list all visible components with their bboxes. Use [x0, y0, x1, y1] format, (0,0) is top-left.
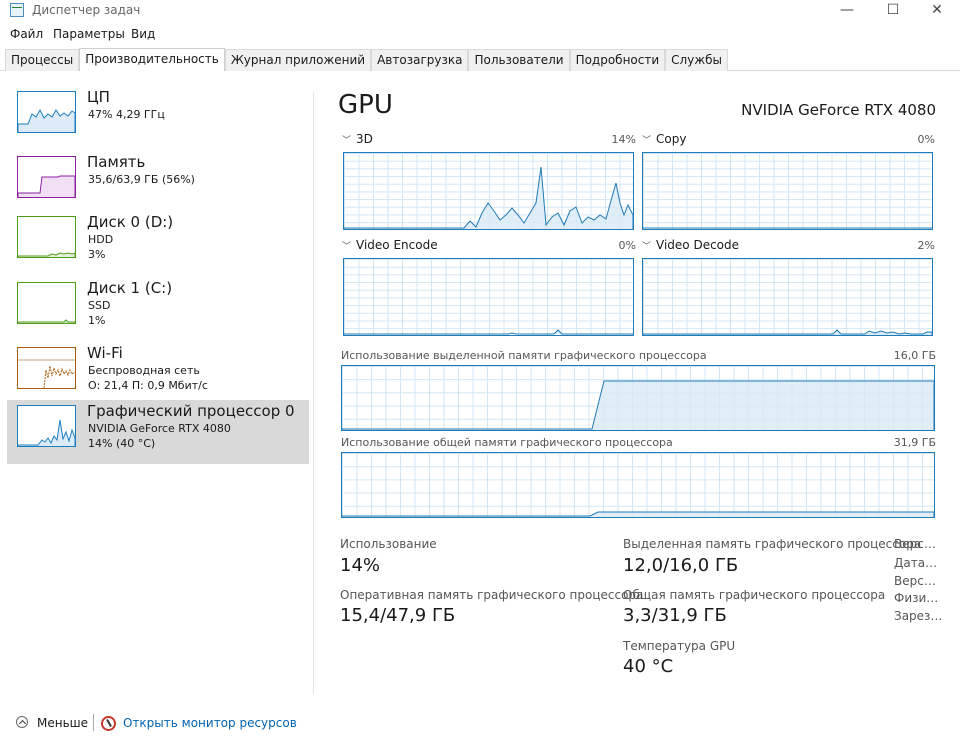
sidebar-item-value: 14% (40 °C)	[88, 437, 156, 450]
task-manager-icon	[10, 3, 24, 17]
engine-copy-selector[interactable]: ﹀ Copy	[642, 132, 686, 146]
sidebar-item-wifi[interactable]: Wi-Fi Беспроводная сеть О: 21,4 П: 0,9 М…	[7, 342, 309, 406]
dedicated-memory-stat-label: Выделенная память графического процессор…	[623, 537, 922, 551]
gpu-thumbnail-graph	[17, 405, 76, 447]
engine-video-decode-percent: 2%	[917, 239, 935, 252]
sidebar-item-disk-1[interactable]: Диск 1 (C:) SSD 1%	[7, 277, 309, 341]
tab-users[interactable]: Пользователи	[468, 49, 570, 71]
dedicated-memory-graph	[341, 365, 935, 431]
wifi-thumbnail-graph	[17, 347, 76, 389]
gpu-temperature-label: Температура GPU	[623, 639, 736, 653]
maximize-button[interactable]: ☐	[870, 0, 916, 22]
gpu-memory-stat-value: 15,4/47,9 ГБ	[340, 605, 456, 626]
menu-view[interactable]: Вид	[131, 27, 155, 41]
sidebar-item-gpu-0[interactable]: Графический процессор 0 NVIDIA GeForce R…	[7, 400, 309, 464]
driver-date-label: Дата…	[894, 556, 938, 570]
footer-separator	[93, 714, 94, 731]
title-bar: Диспетчер задач — ☐ ✕	[0, 0, 960, 22]
shared-memory-label: Использование общей памяти графического …	[341, 436, 673, 449]
engine-video-encode-selector[interactable]: ﹀ Video Encode	[342, 238, 438, 252]
page-title: GPU	[338, 90, 393, 120]
tab-details[interactable]: Подробности	[569, 49, 666, 71]
menu-bar: Файл Параметры Вид	[0, 24, 960, 46]
footer-bar: Меньше Открыть монитор ресурсов	[0, 708, 960, 738]
sidebar-item-detail: 35,6/63,9 ГБ (56%)	[88, 173, 195, 186]
tab-startup[interactable]: Автозагрузка	[371, 49, 469, 71]
gpu-model-name: NVIDIA GeForce RTX 4080	[741, 101, 936, 119]
usage-label: Использование	[340, 537, 437, 551]
engine-video-decode-selector[interactable]: ﹀ Video Decode	[642, 238, 739, 252]
engine-video-decode-graph	[642, 258, 933, 336]
sidebar-item-value: 3%	[88, 248, 106, 261]
sidebar-item-label: Wi-Fi	[87, 344, 123, 362]
memory-thumbnail-graph	[17, 156, 76, 198]
sidebar-item-disk-0[interactable]: Диск 0 (D:) HDD 3%	[7, 211, 309, 275]
dedicated-memory-max: 16,0 ГБ	[893, 349, 936, 362]
tab-services[interactable]: Службы	[665, 49, 729, 71]
panel-divider	[313, 92, 314, 695]
driver-version-label: Верс…	[894, 537, 936, 551]
chevron-up-circle-icon[interactable]	[16, 716, 28, 728]
tab-performance[interactable]: Производительность	[79, 48, 225, 71]
engine-label: Video Encode	[356, 238, 438, 252]
engine-label: Video Decode	[656, 238, 740, 252]
engine-3d-graph	[343, 152, 634, 230]
sidebar-item-detail: 47% 4,29 ГГц	[88, 108, 165, 121]
gpu-temperature-value: 40 °C	[623, 656, 674, 677]
engine-3d-percent: 14%	[611, 133, 636, 146]
engine-video-encode-graph	[343, 258, 634, 336]
sidebar-item-label: ЦП	[87, 88, 110, 106]
sidebar-item-label: Диск 1 (C:)	[87, 279, 173, 297]
resource-monitor-icon	[101, 716, 116, 731]
sidebar-item-cpu[interactable]: ЦП 47% 4,29 ГГц	[7, 86, 309, 150]
minimize-button[interactable]: —	[824, 0, 870, 22]
fewer-details-button[interactable]: Меньше	[37, 716, 88, 730]
tab-processes[interactable]: Процессы	[5, 49, 80, 71]
disk-0-thumbnail-graph	[17, 216, 76, 258]
chevron-down-icon: ﹀	[642, 136, 652, 146]
engine-copy-graph	[642, 152, 933, 230]
chevron-down-icon: ﹀	[342, 136, 352, 146]
sidebar-item-detail: Беспроводная сеть	[88, 364, 200, 377]
directx-version-label: Верс…	[894, 574, 936, 588]
cpu-thumbnail-graph	[17, 91, 76, 133]
disk-1-thumbnail-graph	[17, 282, 76, 324]
sidebar-item-label: Диск 0 (D:)	[87, 213, 174, 231]
menu-file[interactable]: Файл	[10, 27, 43, 41]
tab-strip: Процессы Производительность Журнал прило…	[5, 48, 729, 71]
gpu-memory-stat-label: Оперативная память графического процессо…	[340, 588, 644, 602]
engine-label: Copy	[656, 132, 687, 146]
sidebar-item-detail: HDD	[88, 233, 114, 246]
dedicated-memory-label: Использование выделенной памяти графичес…	[341, 349, 707, 362]
sidebar-item-detail: SSD	[88, 299, 111, 312]
shared-memory-stat-label: Общая память графического процессора	[623, 588, 886, 602]
engine-video-encode-percent: 0%	[618, 239, 636, 252]
reserved-memory-label: Зарез…	[894, 609, 943, 623]
shared-memory-stat-value: 3,3/31,9 ГБ	[623, 605, 727, 626]
shared-memory-max: 31,9 ГБ	[893, 436, 936, 449]
physical-location-label: Физи…	[894, 591, 939, 605]
usage-value: 14%	[340, 555, 381, 576]
close-button[interactable]: ✕	[914, 0, 960, 22]
sidebar-item-label: Память	[87, 153, 146, 171]
sidebar-item-detail: NVIDIA GeForce RTX 4080	[88, 422, 231, 435]
open-resource-monitor-link[interactable]: Открыть монитор ресурсов	[123, 716, 297, 730]
engine-label: 3D	[356, 132, 373, 146]
chevron-down-icon: ﹀	[642, 242, 652, 252]
chevron-down-icon: ﹀	[342, 242, 352, 252]
sidebar-item-label: Графический процессор 0	[87, 402, 295, 420]
menu-options[interactable]: Параметры	[53, 27, 125, 41]
sidebar-item-value: 1%	[88, 314, 106, 327]
engine-3d-selector[interactable]: ﹀ 3D	[342, 132, 373, 146]
sidebar-item-value: О: 21,4 П: 0,9 Мбит/с	[88, 379, 208, 392]
sidebar-item-memory[interactable]: Память 35,6/63,9 ГБ (56%)	[7, 151, 309, 215]
dedicated-memory-stat-value: 12,0/16,0 ГБ	[623, 555, 739, 576]
tab-app-history[interactable]: Журнал приложений	[224, 49, 372, 71]
engine-copy-percent: 0%	[917, 133, 935, 146]
window-title: Диспетчер задач	[32, 3, 141, 17]
shared-memory-graph	[341, 452, 935, 518]
